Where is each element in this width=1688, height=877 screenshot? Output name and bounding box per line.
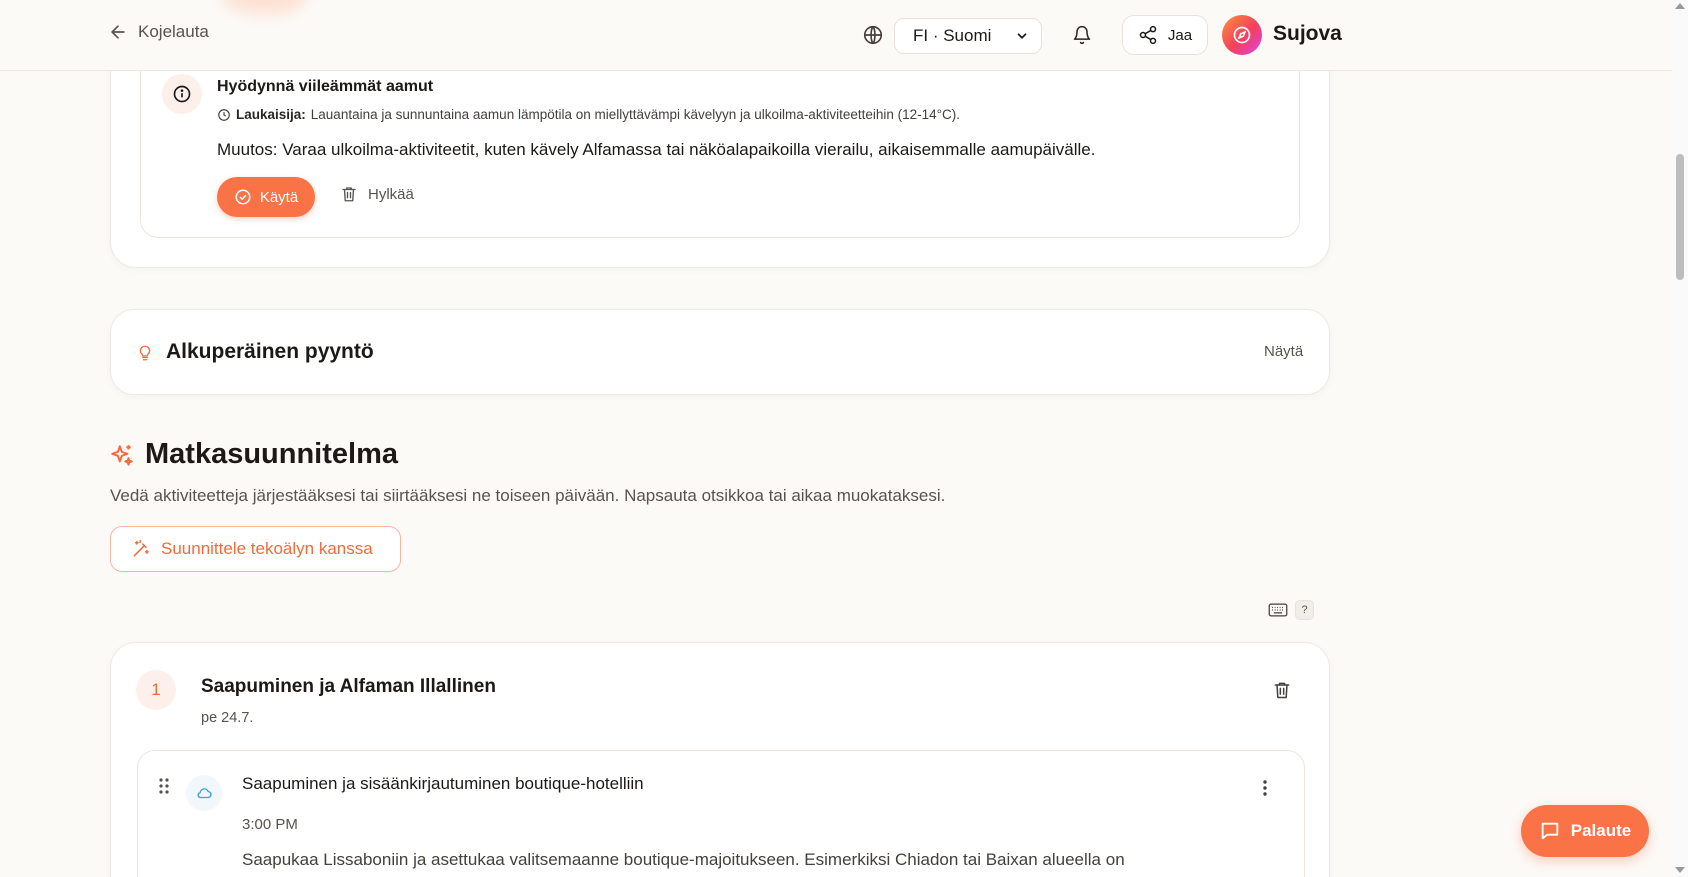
page-scrollbar[interactable] xyxy=(1672,0,1688,877)
suggestion-change: Muutos: Varaa ulkoilma-aktiviteetit, kut… xyxy=(217,140,1095,160)
lightbulb-icon xyxy=(139,345,151,361)
suggestion-trigger: Laukaisija: Lauantaina ja sunnuntaina aa… xyxy=(217,107,960,122)
trigger-label: Laukaisija: xyxy=(236,107,306,122)
feedback-label: Palaute xyxy=(1570,821,1632,840)
back-label: Kojelauta xyxy=(138,22,209,41)
scroll-down-arrow-icon[interactable] xyxy=(1675,867,1685,873)
day-number-badge: 1 xyxy=(136,670,176,710)
back-to-dashboard-link[interactable]: Kojelauta xyxy=(108,22,209,42)
drag-handle-icon[interactable] xyxy=(158,777,170,795)
suggestion-title: Hyödynnä viileämmät aamut xyxy=(217,78,434,95)
magic-wand-icon xyxy=(133,539,149,557)
top-header: Kojelauta FI · Suomi Jaa Sujova xyxy=(0,0,1672,71)
share-label: Jaa xyxy=(1167,26,1193,44)
apply-suggestion-button[interactable]: Käytä xyxy=(217,177,315,217)
itinerary-description: Vedä aktiviteetteja järjestääksesi tai s… xyxy=(110,486,946,505)
scroll-up-arrow-icon[interactable] xyxy=(1675,3,1685,9)
brand-logo[interactable] xyxy=(1222,15,1262,55)
more-vertical-icon[interactable] xyxy=(1257,779,1273,797)
check-circle-icon xyxy=(235,189,251,205)
cloud-icon xyxy=(197,788,212,799)
activity-type-badge xyxy=(186,775,222,811)
share-button[interactable]: Jaa xyxy=(1122,15,1208,55)
globe-icon xyxy=(863,25,883,45)
change-text: Varaa ulkoilma-aktiviteetit, kuten kävel… xyxy=(282,140,1096,159)
feedback-button[interactable]: Palaute xyxy=(1521,805,1649,857)
chat-bubble-icon xyxy=(1541,822,1558,840)
reject-label: Hylkää xyxy=(368,185,414,203)
keyboard-icon[interactable] xyxy=(1268,601,1288,619)
change-label: Muutos: xyxy=(217,140,278,159)
language-select[interactable]: FI · Suomi xyxy=(894,18,1042,54)
shortcuts-help-button[interactable]: ? xyxy=(1295,600,1314,620)
delete-day-trash-icon[interactable] xyxy=(1272,679,1292,701)
activity-description: Saapukaa Lissaboniin ja asettukaa valits… xyxy=(242,850,1125,869)
activity-title[interactable]: Saapuminen ja sisäänkirjautuminen boutiq… xyxy=(242,774,644,794)
brand-name: Sujova xyxy=(1273,22,1342,45)
plan-with-ai-label: Suunnittele tekoälyn kanssa xyxy=(161,539,373,558)
decorative-blob xyxy=(222,0,308,14)
plan-with-ai-button[interactable]: Suunnittele tekoälyn kanssa xyxy=(110,526,401,572)
arrow-left-icon xyxy=(111,25,125,39)
day-title[interactable]: Saapuminen ja Alfaman Illallinen xyxy=(201,676,496,698)
show-original-request-toggle[interactable]: Näytä xyxy=(1264,343,1303,360)
scrollbar-thumb[interactable] xyxy=(1676,154,1684,280)
sparkles-icon xyxy=(111,445,133,466)
trash-icon xyxy=(342,187,356,202)
clock-icon xyxy=(218,108,230,121)
apply-label: Käytä xyxy=(259,188,299,206)
share-icon xyxy=(1139,25,1157,45)
reject-suggestion-button[interactable]: Hylkää xyxy=(340,185,414,203)
bell-icon[interactable] xyxy=(1072,25,1092,45)
compass-icon xyxy=(1233,26,1251,44)
info-icon xyxy=(173,85,191,103)
original-request-title: Alkuperäinen pyyntö xyxy=(166,340,374,363)
trigger-text: Lauantaina ja sunnuntaina aamun lämpötil… xyxy=(310,107,961,122)
language-value: FI · Suomi xyxy=(913,26,992,45)
chevron-down-icon xyxy=(1017,33,1027,39)
activity-time[interactable]: 3:00 PM xyxy=(242,816,298,833)
day-date: pe 24.7. xyxy=(201,710,254,726)
itinerary-title: Matkasuunnitelma xyxy=(145,438,398,470)
suggestion-info-badge xyxy=(162,74,202,114)
